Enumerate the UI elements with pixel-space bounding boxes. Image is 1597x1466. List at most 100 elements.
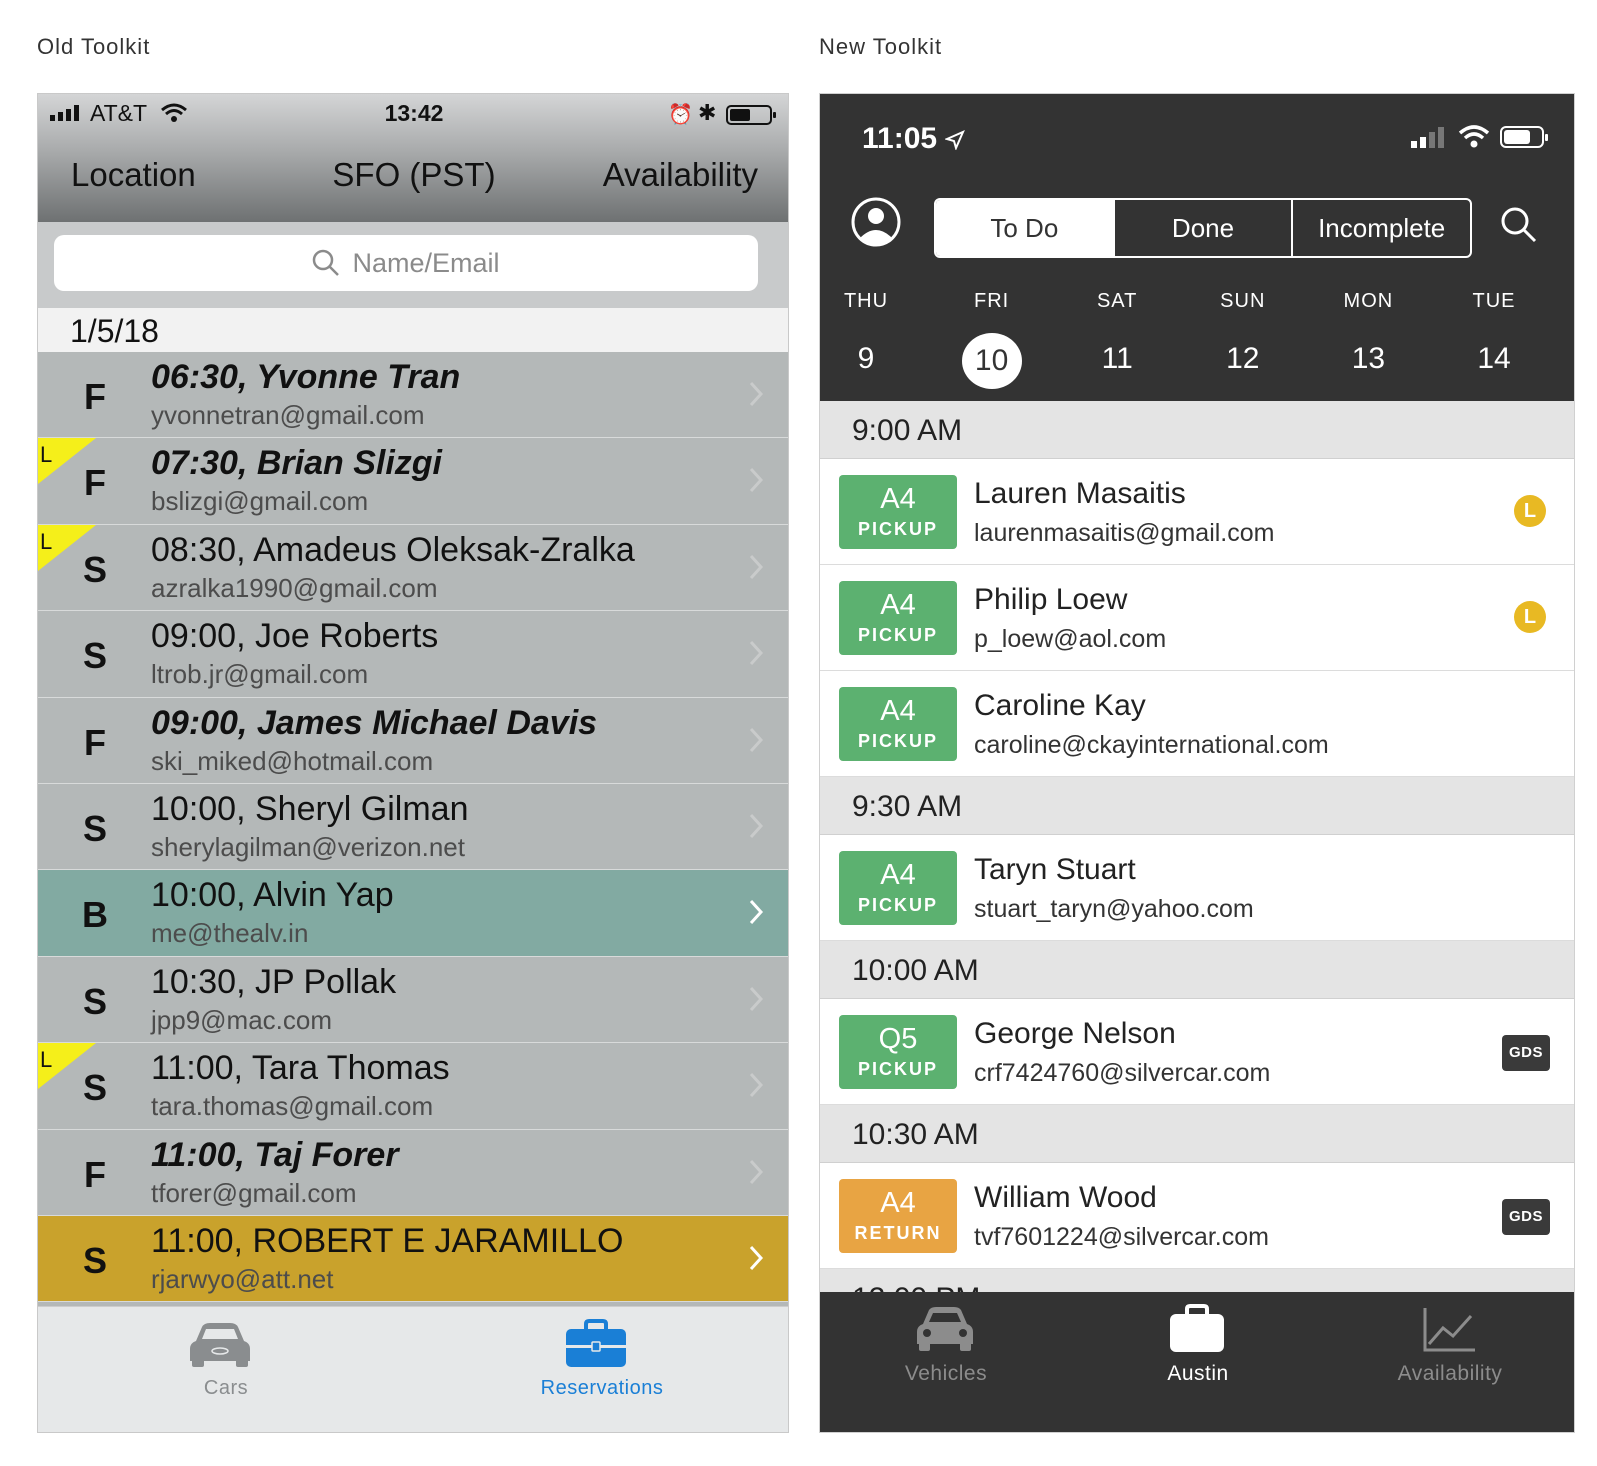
gds-badge: GDS — [1502, 1199, 1550, 1235]
day-number: 11 — [1101, 342, 1133, 375]
reservation-row[interactable]: A4 PICKUP Lauren Masaitis laurenmasaitis@gm… — [820, 459, 1574, 565]
reservation-row[interactable]: F 11:00, Taj Forer tforer@gmail.com — [38, 1129, 788, 1216]
customer-email: crf7424760@silvercar.com — [974, 1059, 1271, 1087]
customer-email: tvf7601224@silvercar.com — [974, 1223, 1269, 1251]
tab-vehicles-label: Vehicles — [904, 1362, 988, 1385]
time-group-header: 9:30 AM — [820, 777, 1574, 835]
briefcase-icon — [1170, 1304, 1224, 1352]
chevron-right-icon — [749, 727, 764, 752]
reservation-row[interactable]: L F 07:30, Brian Slizgi bslizgi@gmail.com — [38, 438, 788, 525]
row-type-badge: S — [82, 1239, 107, 1281]
search-icon[interactable] — [1500, 206, 1538, 244]
chevron-right-icon — [749, 381, 764, 407]
new-tab-bar: Vehicles Austin Availability — [820, 1292, 1574, 1432]
bluetooth-icon: ✱ — [698, 100, 717, 125]
row-type-badge: S — [82, 1067, 107, 1109]
name-email-search-input[interactable]: Name/Email — [54, 235, 758, 291]
flag-corner-label: L — [40, 528, 53, 554]
reservation-row[interactable]: Q5 PICKUP George Nelson crf7424760@silverca… — [820, 999, 1574, 1105]
old-tab-bar: Cars Reservations — [38, 1306, 788, 1432]
reservation-row[interactable]: B 10:00, Alvin Yap me@thealv.in — [38, 870, 788, 957]
reservation-row[interactable]: L S 08:30, Amadeus Oleksak-Zralka azralka19… — [38, 524, 788, 612]
battery-icon — [726, 105, 776, 125]
availability-button[interactable]: Availability — [603, 156, 758, 194]
reservation-row[interactable]: A4 PICKUP Taryn Stuart stuart_taryn@yahoo.c… — [820, 835, 1574, 941]
battery-icon — [1500, 126, 1548, 148]
tab-availability[interactable]: Availability — [1324, 1292, 1574, 1432]
profile-icon[interactable] — [850, 196, 902, 248]
customer-name: Philip Loew — [974, 583, 1128, 616]
tab-reservations[interactable]: Reservations — [414, 1307, 788, 1432]
day-number: 10 — [961, 333, 1022, 389]
row-type-badge: S — [82, 980, 107, 1022]
reservation-row[interactable]: L S 11:00, Tara Thomas tara.thomas@gmail.co… — [38, 1043, 788, 1130]
segment-done[interactable]: Done — [1112, 200, 1292, 256]
row-email: yvonnetran@gmail.com — [151, 400, 425, 430]
reservation-row[interactable]: F 09:00, James Michael Davis ski_miked@hot… — [38, 697, 788, 784]
vehicle-tag: A4 PICKUP — [839, 851, 957, 925]
reservation-row[interactable]: F 06:30, Yvonne Tran yvonnetran@gmail.com — [38, 352, 788, 439]
briefcase-icon — [566, 1319, 626, 1367]
chevron-right-icon — [749, 813, 764, 838]
row-time-name: 11:00, Taj Forer — [151, 1135, 399, 1174]
day-name: TUE — [1472, 290, 1516, 312]
reservation-row[interactable]: A4 RETURN William Wood tvf7601224@silvercar… — [820, 1163, 1574, 1269]
tab-austin[interactable]: Austin — [1072, 1292, 1324, 1432]
new-toolkit-caption: New Toolkit — [819, 34, 943, 59]
old-status-bar: AT&T 13:42 ⏰ ✱ — [38, 99, 788, 129]
row-time-name: 10:30, JP Pollak — [151, 962, 397, 1001]
customer-name: Caroline Kay — [974, 689, 1146, 722]
row-time-name: 10:00, Sheryl Gilman — [151, 789, 469, 828]
day-sat[interactable]: SAT 11 — [1067, 290, 1167, 387]
day-mon[interactable]: MON 13 — [1318, 290, 1418, 387]
old-toolkit-caption: Old Toolkit — [37, 34, 151, 59]
row-type-badge: F — [84, 1153, 106, 1195]
reservation-kind: PICKUP — [857, 1059, 938, 1079]
day-selector: THU 9 FRI 10 SAT 11 SUN 12 MON 13 TUE 14 — [820, 290, 1574, 390]
row-type-badge: S — [82, 635, 107, 677]
row-type-badge: F — [84, 721, 106, 763]
row-time-name: 11:00, ROBERT E JARAMILLO — [151, 1221, 624, 1260]
day-name: MON — [1343, 290, 1394, 312]
reservation-row[interactable]: S 10:00, Sheryl Gilman sherylagilman@veriz… — [38, 783, 788, 871]
reservation-row[interactable]: A4 PICKUP Philip Loew p_loew@aol.com L — [820, 565, 1574, 671]
old-header: AT&T 13:42 ⏰ ✱ Location SFO (PST) Availa… — [38, 94, 788, 222]
day-number: 13 — [1351, 342, 1386, 375]
row-email: tara.thomas@gmail.com — [151, 1091, 434, 1122]
day-fri[interactable]: FRI 10 — [942, 290, 1042, 389]
day-sun[interactable]: SUN 12 — [1193, 290, 1293, 387]
vehicle-model: A4 — [880, 483, 916, 515]
segment-incomplete[interactable]: Incomplete — [1291, 200, 1470, 256]
day-name: SUN — [1220, 290, 1266, 312]
customer-name: Taryn Stuart — [974, 853, 1136, 886]
reservation-kind: RETURN — [854, 1223, 942, 1243]
vehicle-model: Q5 — [878, 1023, 918, 1055]
customer-email: laurenmasaitis@gmail.com — [974, 519, 1275, 547]
day-thu[interactable]: THU 9 — [820, 290, 916, 387]
reservation-row[interactable]: S 09:00, Joe Roberts ltrob.jr@gmail.com — [38, 611, 788, 698]
segment-to-do[interactable]: To Do — [936, 200, 1113, 256]
customer-name: William Wood — [974, 1181, 1157, 1214]
reservation-row[interactable]: S 10:30, JP Pollak jpp9@mac.com — [38, 956, 788, 1044]
customer-email: caroline@ckayinternational.com — [974, 731, 1329, 759]
customer-name: Lauren Masaitis — [974, 477, 1186, 510]
reservation-row[interactable]: A4 PICKUP Caroline Kay caroline@ckayinterna… — [820, 671, 1574, 777]
chevron-right-icon — [749, 641, 764, 666]
vehicle-model: A4 — [880, 1187, 916, 1219]
chevron-right-icon — [749, 1159, 764, 1184]
row-email: bslizgi@gmail.com — [151, 486, 369, 517]
day-tue[interactable]: TUE 14 — [1444, 290, 1544, 387]
new-header: 11:05 To Do Done Incomplete THU 9 FRI 10… — [820, 94, 1574, 401]
row-type-badge: F — [84, 376, 106, 417]
chevron-right-icon — [749, 900, 764, 925]
tab-vehicles[interactable]: Vehicles — [820, 1292, 1072, 1432]
reservation-row[interactable]: S 11:00, ROBERT E JARAMILLO rjarwyo@att.ne… — [38, 1215, 788, 1303]
day-number: 9 — [857, 342, 875, 375]
flag-corner-label: L — [40, 442, 53, 468]
car-icon — [190, 1323, 250, 1367]
vehicle-tag: A4 PICKUP — [839, 475, 957, 549]
tab-cars[interactable]: Cars — [38, 1307, 414, 1432]
day-number: 14 — [1477, 342, 1511, 375]
row-email: rjarwyo@att.net — [151, 1263, 334, 1294]
vehicle-model: A4 — [880, 859, 916, 891]
